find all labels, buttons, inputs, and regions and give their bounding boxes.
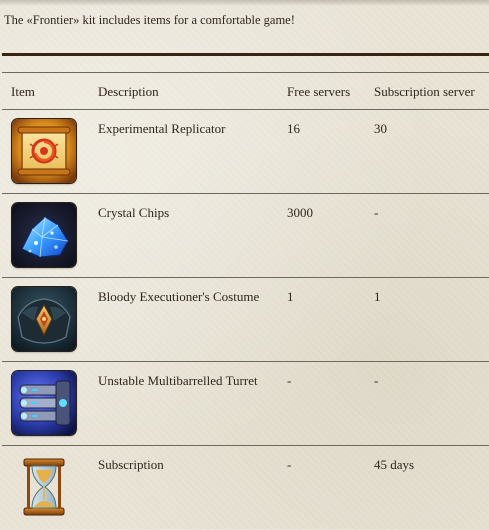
subscription-server-cell: 1 [374,277,489,362]
crystal-chips-icon [12,203,76,267]
subscription-server-cell: 45 days [374,457,415,472]
header-description: Description [98,72,287,110]
description-cell: Bloody Executioner's Costume [98,277,287,362]
subscription-server-cell: - [374,193,489,278]
item-cell [2,193,98,278]
table-row: Subscription - 45 days [2,446,489,530]
free-servers-cell: - [287,457,292,472]
replicator-scroll-icon [12,119,76,183]
table-row: Bloody Executioner's Costume 1 1 [2,277,489,362]
free-servers-cell: 3000 [287,193,374,278]
table-row: Experimental Replicator 16 30 [2,109,489,194]
item-cell [2,361,98,446]
header-free-servers: Free servers [287,72,374,110]
kit-items-table: Item Description Free servers Subscripti… [2,72,489,530]
subscription-server-cell: 30 [374,109,489,194]
item-cell [2,109,98,194]
hourglass-icon [12,455,76,519]
kit-intro-text: The «Frontier» kit includes items for a … [4,13,295,27]
description-cell: Crystal Chips [98,193,287,278]
description-cell: Experimental Replicator [98,109,287,194]
subscription-server-cell: - [374,361,489,446]
header-item: Item [2,72,98,110]
section-divider [2,53,489,56]
item-cell [2,446,98,530]
executioner-costume-icon [12,287,76,351]
multibarrelled-turret-icon [12,371,76,435]
table-row: Unstable Multibarrelled Turret - - [2,361,489,446]
description-cell: Unstable Multibarrelled Turret [98,361,287,446]
free-servers-cell: 1 [287,277,374,362]
top-shadow [0,0,489,6]
item-cell [2,277,98,362]
free-servers-cell: - [287,361,374,446]
table-row: Crystal Chips 3000 - [2,193,489,278]
table-header-row: Item Description Free servers Subscripti… [2,72,489,110]
description-cell: Subscription [98,457,164,472]
header-subscription-server: Subscription server [374,72,489,110]
free-servers-cell: 16 [287,109,374,194]
